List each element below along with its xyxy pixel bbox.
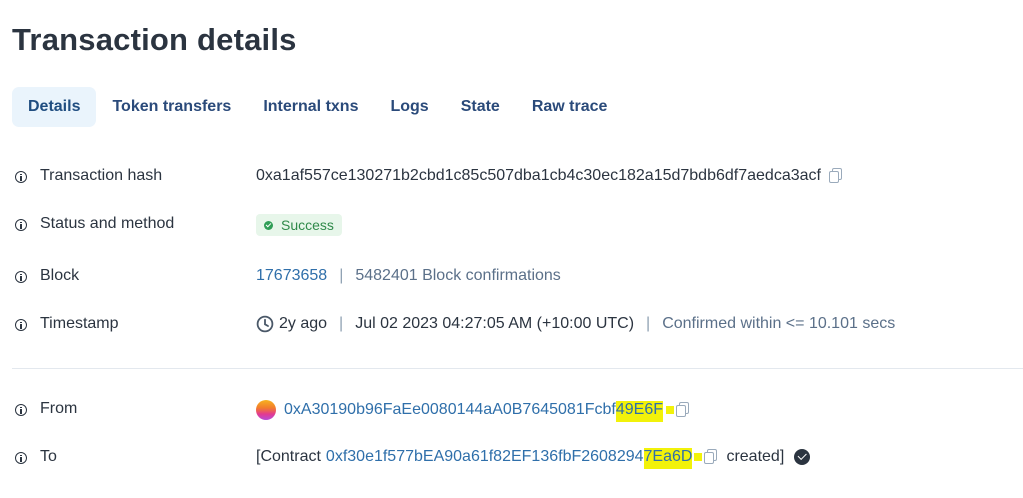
tab-details[interactable]: Details <box>12 87 97 127</box>
timestamp-ago: 2y ago <box>279 315 328 332</box>
row-to: To [Contract 0xf30e1f577bEA90a61f82EF136… <box>0 444 1023 474</box>
info-icon[interactable] <box>15 319 27 331</box>
contract-suffix: created] <box>726 448 785 465</box>
contract-prefix: [Contract <box>256 448 321 465</box>
info-icon[interactable] <box>15 171 27 183</box>
row-label: Block <box>40 267 80 284</box>
success-check-icon <box>264 220 273 230</box>
row-value: [Contract 0xf30e1f577bEA90a61f82EF136fbF… <box>256 448 811 469</box>
row-from: From 0xA30190b96FaEe0080144aA0B7645081Fc… <box>0 396 1023 426</box>
page-title: Transaction details <box>12 22 297 57</box>
separator: | <box>339 315 344 332</box>
tab-raw-trace[interactable]: Raw trace <box>516 87 624 127</box>
confirmed-within: Confirmed within <= 10.101 secs <box>662 315 896 332</box>
row-label: From <box>40 400 78 417</box>
tab-bar: Details Token transfers Internal txns Lo… <box>12 87 623 127</box>
copy-icon[interactable] <box>704 449 718 465</box>
status-badge: Success <box>256 214 342 236</box>
highlight-marker <box>665 406 674 414</box>
row-label: Timestamp <box>40 315 119 332</box>
info-icon[interactable] <box>15 404 27 416</box>
separator: | <box>646 315 651 332</box>
row-value: Success <box>256 214 342 236</box>
from-address-highlighted-tail[interactable]: 49E6F <box>615 401 663 422</box>
address-avatar <box>256 400 276 420</box>
to-address-link[interactable]: 0xf30e1f577bEA90a61f82EF136fbF26082947Ea… <box>326 448 693 469</box>
verified-check-icon <box>794 449 811 465</box>
highlight-marker <box>694 453 703 461</box>
from-address-main[interactable]: 0xA30190b96FaEe0080144aA0B7645081Fcbf <box>284 401 616 418</box>
tab-logs[interactable]: Logs <box>374 87 444 127</box>
tab-state[interactable]: State <box>445 87 516 127</box>
separator: | <box>339 267 344 284</box>
info-icon[interactable] <box>15 271 27 283</box>
row-value: 17673658 | 5482401 Block confirmations <box>256 267 561 285</box>
copy-icon[interactable] <box>828 168 843 184</box>
copy-icon[interactable] <box>675 402 690 418</box>
row-status-and-method: Status and method Success <box>0 211 1023 241</box>
block-number-link[interactable]: 17673658 <box>256 267 327 285</box>
row-label: Status and method <box>40 215 175 232</box>
timestamp-datetime: Jul 02 2023 04:27:05 AM (+10:00 UTC) <box>355 315 635 332</box>
row-label: Transaction hash <box>40 167 163 184</box>
clock-icon <box>256 315 274 333</box>
transaction-hash-value[interactable]: 0xa1af557ce130271b2cbd1c85c507dba1cb4c30… <box>256 167 821 185</box>
section-divider <box>12 368 1023 369</box>
row-value: 0xA30190b96FaEe0080144aA0B7645081Fcbf49E… <box>256 400 690 422</box>
row-label: To <box>40 448 57 465</box>
info-icon[interactable] <box>15 219 27 231</box>
row-transaction-hash: Transaction hash 0xa1af557ce130271b2cbd1… <box>0 163 1023 193</box>
row-block: Block 17673658 | 5482401 Block confirmat… <box>0 263 1023 293</box>
row-value: 0xa1af557ce130271b2cbd1c85c507dba1cb4c30… <box>256 167 843 185</box>
tab-internal-txns[interactable]: Internal txns <box>247 87 374 127</box>
status-text: Success <box>281 217 334 233</box>
from-address-link[interactable]: 0xA30190b96FaEe0080144aA0B7645081Fcbf49E… <box>284 401 663 422</box>
to-address-highlighted-tail[interactable]: 7Ea6D <box>643 448 693 469</box>
info-icon[interactable] <box>15 452 27 464</box>
to-address-main[interactable]: 0xf30e1f577bEA90a61f82EF136fbF2608294 <box>326 448 644 465</box>
row-value: 2y ago | Jul 02 2023 04:27:05 AM (+10:00… <box>256 315 895 333</box>
block-confirmations: 5482401 Block confirmations <box>355 267 561 284</box>
row-timestamp: Timestamp 2y ago | Jul 02 2023 04:27:05 … <box>0 311 1023 341</box>
tab-token-transfers[interactable]: Token transfers <box>96 87 247 127</box>
